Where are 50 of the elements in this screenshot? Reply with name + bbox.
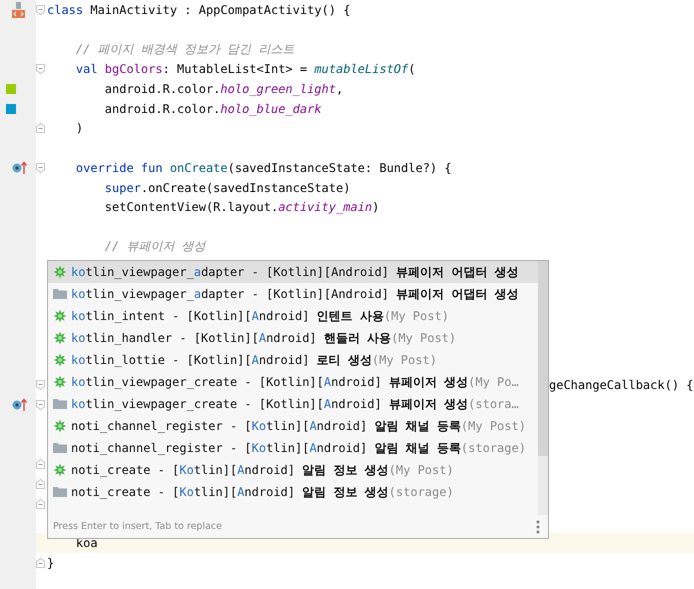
completion-item[interactable]: noti_channel_register - [Kotlin][Android] 알림 채널 등록(storage) bbox=[48, 437, 538, 459]
fold-end-icon[interactable] bbox=[36, 459, 45, 470]
completion-text: kotlin_handler - [Kotlin][Android] 핸들러 사용(My Post) bbox=[71, 330, 456, 346]
fold-start-icon[interactable] bbox=[36, 400, 45, 410]
completion-hint-text: Press Enter to insert, Tab to replace bbox=[53, 521, 222, 532]
completion-item[interactable]: noti_channel_register - [Kotlin][Android] 알림 채널 등록(My Post) bbox=[48, 415, 538, 437]
fold-start-icon[interactable] bbox=[36, 4, 45, 15]
completion-item[interactable]: kotlin_handler - [Kotlin][Android] 핸들러 사용(My Post) bbox=[48, 327, 538, 349]
fold-start-icon[interactable] bbox=[36, 380, 45, 390]
fold-end-icon[interactable] bbox=[36, 478, 45, 489]
more-options-icon[interactable] bbox=[536, 520, 540, 534]
code-comment: // 페이지 배경색 정보가 담긴 리스트 bbox=[74, 42, 294, 56]
completion-text: kotlin_viewpager_adapter - [Kotlin][Android] 뷰페이저 어댑터 생성 bbox=[71, 286, 519, 302]
completion-text: noti_create - [Kotlin][Android] 알림 정보 생성(My Post) bbox=[71, 462, 454, 478]
completion-item[interactable]: kotlin_intent - [Kotlin][Android] 인텐트 사용(My Post) bbox=[48, 305, 538, 327]
completion-text: noti_create - [Kotlin][Android] 알림 정보 생성(storage) bbox=[71, 484, 454, 500]
code-line: class MainActivity : AppCompatActivity() { bbox=[47, 2, 350, 17]
code-line: koa bbox=[74, 536, 98, 550]
completion-text: noti_channel_register - [Kotlin][Android] 알림 채널 등록(My Post) bbox=[71, 418, 526, 434]
fold-start-icon[interactable] bbox=[36, 162, 45, 173]
code-line: android.R.color.holo_blue_dark bbox=[104, 102, 322, 116]
fold-end-icon[interactable] bbox=[36, 498, 45, 509]
code-line: setContentView(R.layout.activity_main) bbox=[104, 200, 380, 214]
fold-start-icon[interactable] bbox=[36, 64, 45, 74]
override-method-icon[interactable] bbox=[12, 161, 26, 174]
code-comment: // 뷰페이저 생성 bbox=[104, 239, 206, 254]
code-line: geChangeCallback() { bbox=[549, 378, 694, 392]
completion-text: noti_channel_register - [Kotlin][Android] 알림 채널 등록(storage) bbox=[71, 440, 526, 456]
completion-item[interactable]: noti_create - [Kotlin][Android] 알림 정보 생성(storage) bbox=[48, 481, 538, 503]
completion-item[interactable]: noti_create - [Kotlin][Android] 알림 정보 생성(My Post) bbox=[48, 459, 538, 481]
completion-text: kotlin_lottie - [Kotlin][Android] 로티 생성(My Post) bbox=[71, 352, 437, 368]
completion-item[interactable]: kotlin_viewpager_create - [Kotlin][Android] 뷰페이저 생성(My Po… bbox=[48, 371, 538, 393]
scrollbar-thumb[interactable] bbox=[538, 261, 548, 456]
completion-item[interactable]: kotlin_viewpager_create - [Kotlin][Android] 뷰페이저 생성(stora… bbox=[48, 393, 538, 415]
code-line: override fun onCreate(savedInstanceState: Bundle?) { bbox=[74, 160, 452, 175]
override-method-icon[interactable] bbox=[12, 398, 26, 412]
completion-item[interactable]: kotlin_lottie - [Kotlin][Android] 로티 생성(My Post) bbox=[48, 349, 538, 371]
code-line: super.onCreate(savedInstanceState) bbox=[104, 180, 350, 195]
fold-end-icon[interactable] bbox=[36, 558, 45, 568]
code-line: val bgColors: MutableList<Int> = mutableListOf( bbox=[74, 62, 416, 76]
completion-text: kotlin_viewpager_adapter - [Kotlin][Android] 뷰페이저 어댑터 생성 bbox=[71, 264, 519, 280]
fold-end-icon[interactable] bbox=[36, 123, 45, 134]
code-line: android.R.color.holo_green_light, bbox=[104, 82, 344, 96]
code-line: ) bbox=[74, 121, 84, 136]
completion-text: kotlin_intent - [Kotlin][Android] 인텐트 사용(My Post) bbox=[71, 308, 449, 324]
completion-text: kotlin_viewpager_create - [Kotlin][Android] 뷰페이저 생성(stora… bbox=[71, 396, 519, 412]
completion-text: kotlin_viewpager_create - [Kotlin][Android] 뷰페이저 생성(My Po… bbox=[71, 374, 519, 390]
completion-item[interactable]: kotlin_viewpager_adapter - [Kotlin][Android] 뷰페이저 어댑터 생성 bbox=[48, 283, 538, 305]
code-line: } bbox=[47, 556, 54, 570]
completion-item[interactable]: kotlin_viewpager_adapter - [Kotlin][Android] 뷰페이저 어댑터 생성 bbox=[48, 261, 538, 283]
